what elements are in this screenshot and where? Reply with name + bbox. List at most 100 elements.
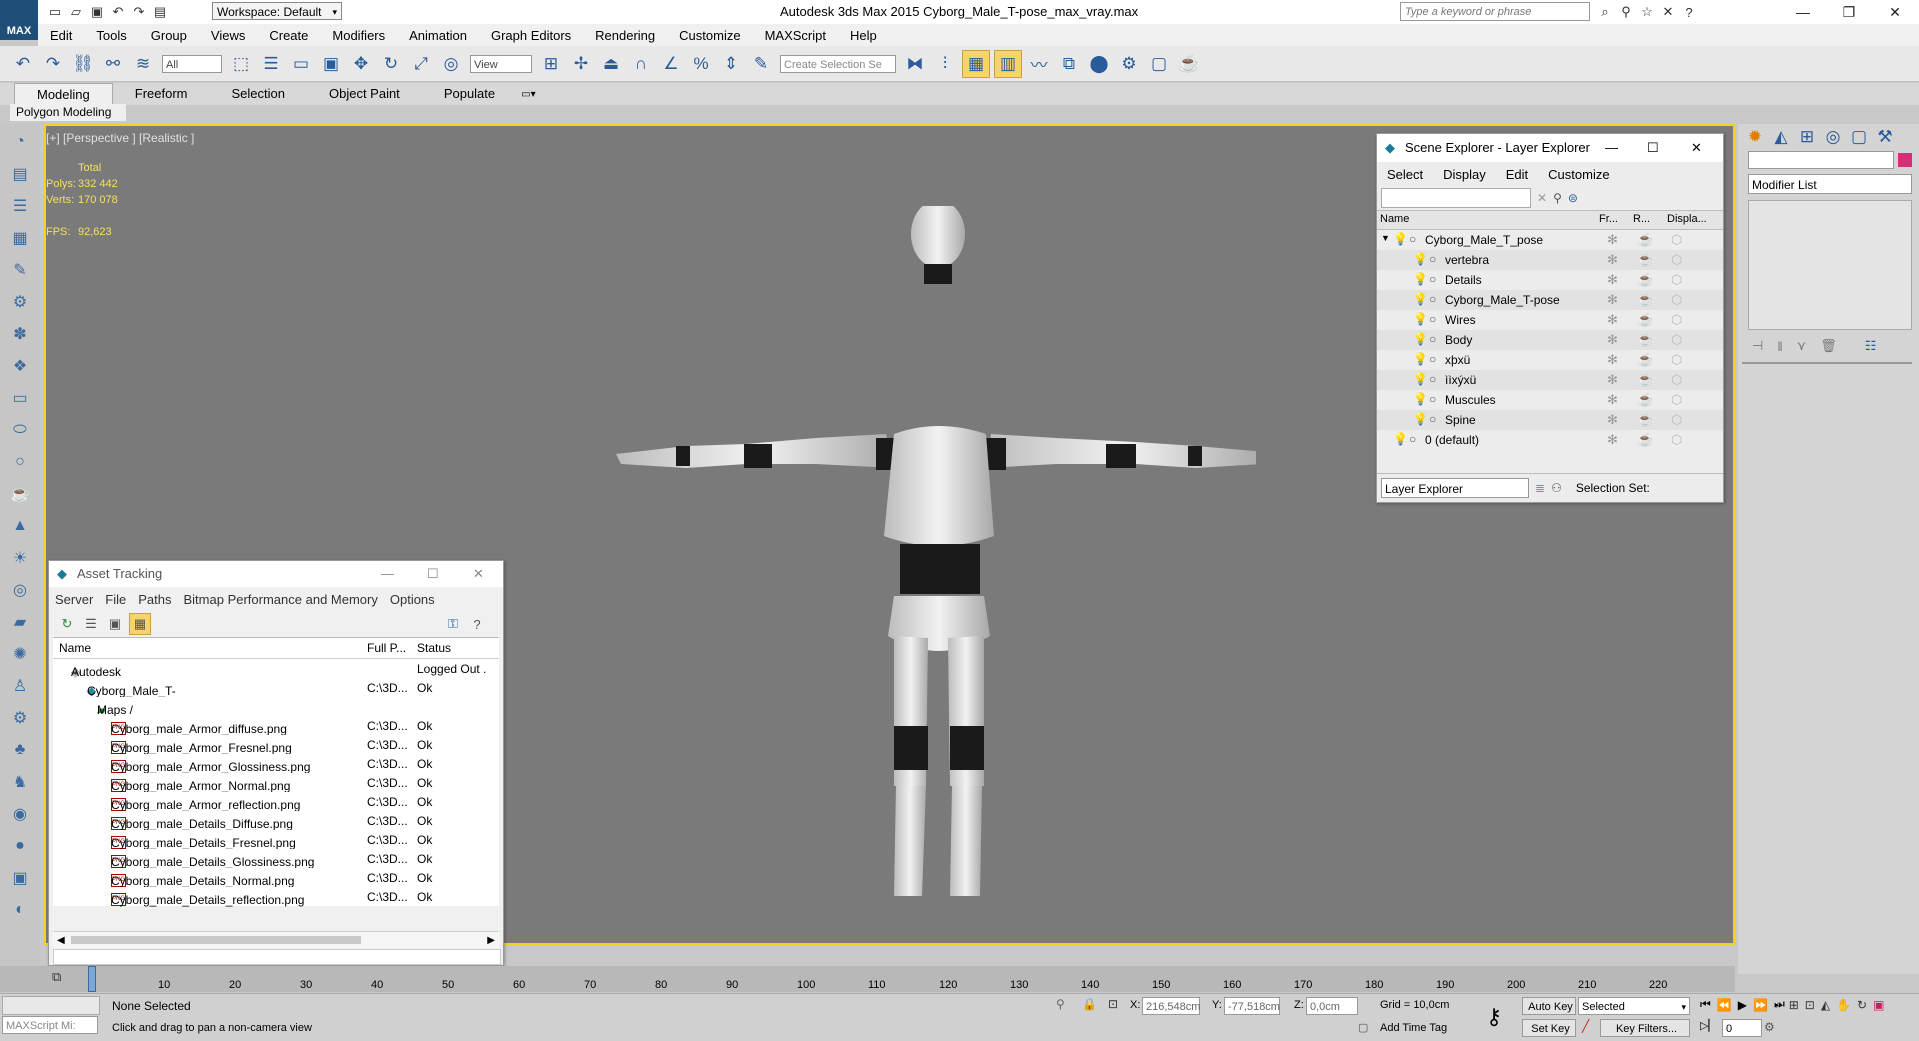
dragon-icon[interactable]: ❖ bbox=[6, 352, 34, 380]
asset-row[interactable]: PNG Cyborg_male_Details_Fresnel.png C:\3D.… bbox=[53, 830, 499, 850]
utilities-tab-icon[interactable]: ⚒ bbox=[1874, 126, 1896, 148]
restore-window-button[interactable]: ❐ bbox=[1826, 0, 1872, 24]
maxscript-listener-input[interactable]: MAXScript Mi: bbox=[2, 1016, 98, 1034]
menu-animation[interactable]: Animation bbox=[409, 28, 467, 43]
freeze-icon[interactable]: ✻ bbox=[1607, 252, 1618, 268]
reference-coordinate-dropdown[interactable]: View bbox=[470, 54, 532, 73]
help-icon[interactable]: ? bbox=[467, 614, 487, 634]
freeze-icon[interactable]: ✻ bbox=[1607, 312, 1618, 328]
archive-icon[interactable]: ▣ bbox=[6, 864, 34, 892]
object-name-field[interactable] bbox=[1748, 151, 1894, 169]
light-bulb-icon[interactable]: 💡 bbox=[1413, 412, 1428, 426]
default-in-out-tangent-icon[interactable]: ╱ bbox=[1582, 1019, 1589, 1033]
viewport-layout-icon[interactable]: ▤ bbox=[6, 160, 34, 188]
field-of-view-icon[interactable]: ◭ bbox=[1821, 998, 1830, 1012]
at-menu-server[interactable]: Server bbox=[55, 592, 93, 607]
layer-row[interactable]: 💡 ○ Body ✻ ☕ ⬡ bbox=[1377, 330, 1723, 350]
spinner-snap-icon[interactable]: ⇕ bbox=[718, 51, 744, 77]
menu-rendering[interactable]: Rendering bbox=[595, 28, 655, 43]
help-icon[interactable]: ? bbox=[1680, 3, 1698, 21]
at-col-name[interactable]: Name bbox=[59, 641, 91, 655]
rendered-frame-window-icon[interactable]: ▢ bbox=[1146, 51, 1172, 77]
light-bulb-icon[interactable]: 💡 bbox=[1413, 312, 1428, 326]
at-menu-file[interactable]: File bbox=[105, 592, 126, 607]
renderable-teapot-icon[interactable]: ☕ bbox=[1637, 252, 1653, 268]
selection-lock-icon[interactable]: 🔒 bbox=[1082, 997, 1097, 1011]
move-icon[interactable]: ✥ bbox=[348, 51, 374, 77]
previous-frame-icon[interactable]: ⏪ bbox=[1717, 998, 1732, 1012]
favorites-star-icon[interactable]: ☆ bbox=[1638, 3, 1656, 21]
orbit-icon[interactable]: ◔ bbox=[6, 128, 34, 156]
search-input[interactable]: Type a keyword or phrase bbox=[1400, 2, 1590, 21]
toggle-scene-explorer-icon[interactable]: ▦ bbox=[962, 49, 990, 78]
create-tab-icon[interactable]: ✹ bbox=[1744, 126, 1766, 148]
maximize-icon[interactable]: ☐ bbox=[427, 561, 439, 587]
renderable-teapot-icon[interactable]: ☕ bbox=[1637, 292, 1653, 308]
time-tag-icon[interactable]: ▢ bbox=[1358, 1021, 1368, 1034]
display-box-icon[interactable]: ⬡ bbox=[1671, 312, 1682, 328]
bug-icon[interactable]: ✽ bbox=[6, 320, 34, 348]
ribbon-options-icon[interactable]: ▭▾ bbox=[521, 89, 535, 100]
light-bulb-icon[interactable]: 💡 bbox=[1413, 372, 1428, 386]
pivot-center-icon[interactable]: ⊞ bbox=[538, 51, 564, 77]
edit-named-selection-icon[interactable]: ✎ bbox=[748, 51, 774, 77]
x-coordinate-field[interactable]: 216,548cm bbox=[1142, 997, 1200, 1015]
light-bulb-icon[interactable]: 💡 bbox=[1413, 352, 1428, 366]
display-box-icon[interactable]: ⬡ bbox=[1671, 332, 1682, 348]
key-filters-button[interactable]: Key Filters... bbox=[1600, 1019, 1690, 1037]
rotate-icon[interactable]: ↻ bbox=[378, 51, 404, 77]
close-icon[interactable]: ✕ bbox=[473, 561, 484, 587]
freeze-icon[interactable]: ✻ bbox=[1607, 292, 1618, 308]
asset-row[interactable]: PNG Cyborg_male_Armor_diffuse.png C:\3D...… bbox=[53, 716, 499, 736]
selection-filter-dropdown[interactable]: All bbox=[162, 54, 222, 73]
at-menu-paths[interactable]: Paths bbox=[138, 592, 171, 607]
set-keys-key-icon[interactable]: ⚷ bbox=[1486, 1004, 1502, 1030]
display-box-icon[interactable]: ⬡ bbox=[1671, 272, 1682, 288]
asset-row[interactable]: ◈ Autodesk VaultLogged Out . bbox=[53, 659, 499, 693]
select-and-link-icon[interactable]: ⛓ bbox=[70, 51, 96, 77]
asset-tracking-titlebar[interactable]: ◆ Asset Tracking — ☐ ✕ bbox=[49, 561, 503, 587]
display-box-icon[interactable]: ⬡ bbox=[1671, 412, 1682, 428]
minimize-icon[interactable]: — bbox=[1605, 134, 1618, 162]
explorer-type-dropdown[interactable]: Layer Explorer bbox=[1381, 478, 1529, 498]
asset-row[interactable]: PNG Cyborg_male_Details_reflection.png C:\… bbox=[53, 887, 499, 907]
renderable-teapot-icon[interactable]: ☕ bbox=[1637, 332, 1653, 348]
sun-icon[interactable]: ☀ bbox=[6, 544, 34, 572]
menu-help[interactable]: Help bbox=[850, 28, 877, 43]
set-key-button[interactable]: Set Key bbox=[1522, 1019, 1576, 1037]
next-frame-icon[interactable]: ⏩ bbox=[1753, 998, 1768, 1012]
configure-modifier-sets-icon[interactable]: ☷ bbox=[1865, 338, 1877, 354]
named-selection-set-input[interactable]: Create Selection Se bbox=[780, 54, 896, 73]
mirror-icon[interactable]: ⧓ bbox=[902, 51, 928, 77]
key-filter-selected-dropdown[interactable]: Selected ▾ bbox=[1578, 997, 1690, 1015]
display-box-icon[interactable]: ⬡ bbox=[1671, 392, 1682, 408]
freeze-icon[interactable]: ✻ bbox=[1607, 432, 1618, 448]
menu-tools[interactable]: Tools bbox=[96, 28, 126, 43]
asset-row[interactable]: ◆ Cyborg_Male_T-pose_max_vray.maxC:\3D..… bbox=[53, 678, 499, 712]
renderable-teapot-icon[interactable]: ☕ bbox=[1637, 392, 1653, 408]
current-frame-field[interactable]: 0 bbox=[1722, 1019, 1762, 1037]
object-color-swatch[interactable] bbox=[1898, 153, 1912, 167]
se-col-display[interactable]: Displa... bbox=[1667, 213, 1707, 225]
scroll-thumb[interactable] bbox=[70, 936, 361, 944]
pan-view-icon[interactable]: ✋ bbox=[1836, 998, 1851, 1012]
gear-icon[interactable]: ⚙ bbox=[6, 288, 34, 316]
layer-row[interactable]: 💡 ○ Details ✻ ☕ ⬡ bbox=[1377, 270, 1723, 290]
at-col-full-path[interactable]: Full P... bbox=[367, 641, 406, 655]
save-file-icon[interactable]: ▣ bbox=[88, 3, 106, 21]
hierarchy-icon[interactable]: ⚇ bbox=[1551, 481, 1562, 495]
z-coordinate-field[interactable]: 0,0cm bbox=[1306, 997, 1358, 1015]
percent-snap-icon[interactable]: % bbox=[688, 51, 714, 77]
menu-edit[interactable]: Edit bbox=[50, 28, 72, 43]
se-search-input[interactable] bbox=[1381, 188, 1531, 208]
menu-maxscript[interactable]: MAXScript bbox=[765, 28, 826, 43]
se-menu-display[interactable]: Display bbox=[1443, 167, 1486, 182]
ribbon-panel-polygon-modeling[interactable]: Polygon Modeling bbox=[10, 104, 126, 121]
globe-icon[interactable]: ● bbox=[6, 832, 34, 860]
key-mode-toggle-icon[interactable]: ▷▏ bbox=[1700, 1019, 1717, 1032]
grid-icon[interactable]: ▦ bbox=[6, 224, 34, 252]
auto-key-button[interactable]: Auto Key bbox=[1522, 997, 1576, 1015]
y-coordinate-field[interactable]: -77,518cm bbox=[1224, 997, 1280, 1015]
se-col-render[interactable]: R... bbox=[1633, 213, 1650, 225]
close-window-button[interactable]: ✕ bbox=[1872, 0, 1918, 24]
